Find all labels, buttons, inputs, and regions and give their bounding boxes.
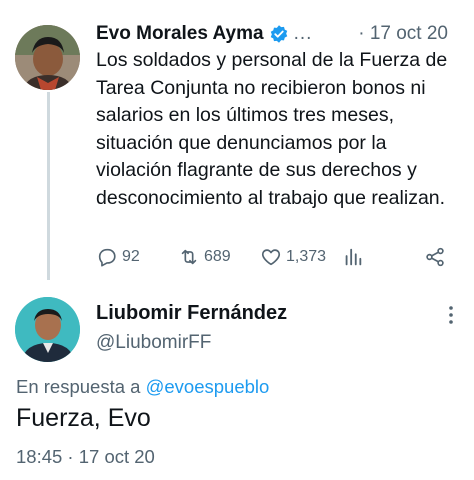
thread-connector-line (47, 92, 50, 280)
retweet-button[interactable]: 689 (178, 245, 231, 269)
share-button[interactable] (424, 245, 446, 269)
like-count: 1,373 (286, 248, 327, 265)
person-avatar-icon (15, 25, 80, 90)
tweet-text: Los soldados y personal de la Fuerza de … (96, 49, 448, 209)
person-avatar-icon (15, 297, 80, 362)
reply-tweet-text: Fuerza, Evo (16, 404, 151, 432)
reply-context-prefix: En respuesta a (16, 376, 141, 397)
reply-author-avatar[interactable] (15, 297, 80, 362)
reply-timestamp[interactable]: 18:45 · 17 oct 20 (16, 446, 155, 468)
reply-to-handle-link[interactable]: @evoespueblo (146, 376, 270, 397)
retweet-count: 689 (204, 248, 231, 265)
truncation-ellipsis: ... (293, 23, 313, 44)
author-avatar[interactable] (15, 25, 80, 90)
views-button[interactable] (342, 245, 364, 269)
heart-icon (261, 249, 281, 266)
reply-button[interactable]: 92 (96, 245, 140, 269)
like-button[interactable]: 1,373 (260, 245, 326, 269)
more-options-icon[interactable] (448, 305, 454, 325)
reply-author-name[interactable]: Liubomir Fernández (96, 302, 287, 325)
share-icon (426, 247, 444, 267)
reply-icon (98, 248, 116, 267)
tweet-header: Evo Morales Ayma ... · 17 oct 20 (96, 20, 462, 48)
verified-badge-icon (270, 25, 287, 43)
tweet-date[interactable]: · 17 oct 20 (358, 23, 448, 45)
author-name[interactable]: Evo Morales Ayma (96, 23, 264, 45)
retweet-icon (181, 249, 197, 265)
reply-count: 92 (122, 248, 140, 265)
reply-author-handle[interactable]: @LiubomirFF (96, 332, 211, 354)
analytics-icon (345, 248, 362, 266)
tweet-actions: 92 689 1,373 (96, 245, 450, 269)
reply-context: En respuesta a @evoespueblo (16, 376, 269, 398)
